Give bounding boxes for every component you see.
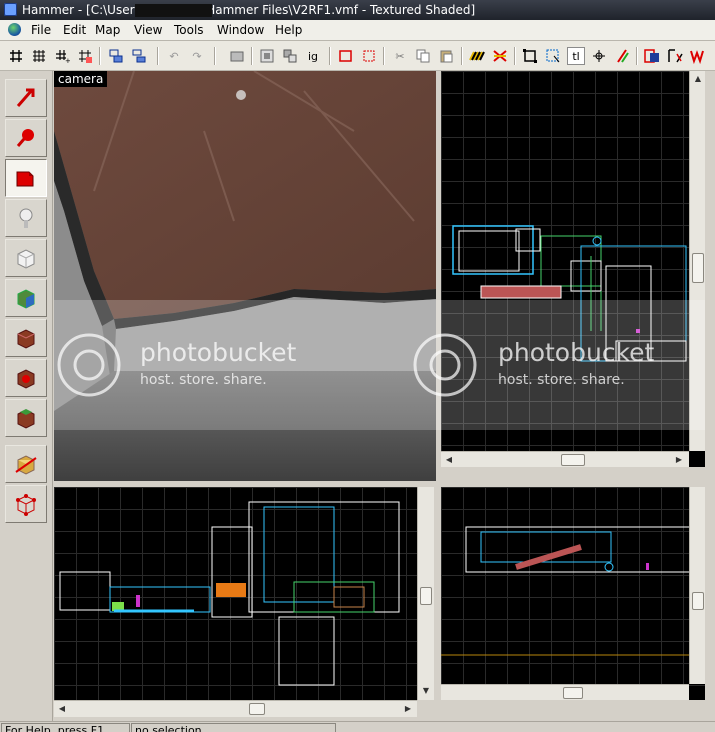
front-viewport-vertical-thumb[interactable] (420, 587, 432, 605)
front-viewport-brushes (59, 501, 400, 686)
menu-file[interactable]: File (31, 23, 51, 37)
side-viewport-vertical-scrollbar[interactable] (689, 487, 705, 684)
magnify-tool-button[interactable] (5, 119, 47, 157)
apply-texture-tool-icon (17, 329, 35, 349)
document-icon[interactable] (8, 23, 21, 36)
front-viewport-horizontal-thumb[interactable] (249, 703, 265, 715)
select-bounds-icon[interactable] (521, 47, 539, 65)
carve-icon[interactable] (228, 47, 246, 65)
ignore-groups-label-icon[interactable]: ig (304, 47, 322, 65)
title-bar: Hammer - [C:\Users\ \Desktop\Hammer File… (0, 0, 715, 20)
svg-text:+: + (65, 57, 70, 64)
select-tool-icon[interactable] (544, 47, 562, 65)
block-tool-icon (17, 249, 35, 269)
cordon-icon[interactable] (689, 47, 707, 65)
grid-3d-icon[interactable] (76, 47, 94, 65)
scroll-up-arrow-icon[interactable]: ▲ (692, 73, 704, 85)
group-icon[interactable] (107, 47, 125, 65)
overlay-tool-button[interactable] (5, 399, 47, 437)
move-to-world-icon[interactable] (281, 47, 299, 65)
menu-map[interactable]: Map (95, 23, 120, 37)
redacted-username (135, 4, 212, 17)
texture-app-tool-icon (17, 289, 35, 309)
menu-view[interactable]: View (134, 23, 162, 37)
scroll-down-arrow-icon[interactable]: ▼ (420, 685, 432, 697)
scroll-right-arrow-icon[interactable]: ▶ (673, 454, 685, 466)
vertex-tool-button[interactable] (5, 485, 47, 523)
cut-icon[interactable]: ✂ (391, 47, 409, 65)
top-viewport-vertical-scrollbar[interactable]: ▲ (689, 71, 705, 451)
clipping-tool-button[interactable] (5, 445, 47, 483)
select-hidden-icon[interactable] (360, 47, 378, 65)
magnify-tool-icon (16, 129, 34, 147)
top-viewport-brushes (452, 225, 687, 362)
entity-tool-icon (19, 208, 33, 228)
menu-tools[interactable]: Tools (174, 23, 204, 37)
camera-viewport[interactable]: camera (54, 71, 436, 481)
decal-tool-icon (17, 369, 35, 389)
clipping-tool-icon (15, 455, 37, 475)
side-viewport-brushes (441, 526, 697, 656)
selection-tool-icon (16, 88, 35, 107)
side-2d-viewport[interactable] (441, 487, 705, 700)
apply-texture-tool-button[interactable] (5, 319, 47, 357)
side-viewport-horizontal-scrollbar[interactable] (441, 684, 689, 700)
toggle-helper-label-icon[interactable]: tl (567, 47, 585, 65)
window-title: Hammer - [C:\Users\ \Desktop\Hammer File… (22, 3, 476, 17)
side-viewport-horizontal-thumb[interactable] (563, 687, 583, 699)
tool-palette (0, 71, 53, 721)
grid-larger-icon[interactable] (30, 47, 48, 65)
front-viewport-vertical-scrollbar[interactable]: ▼ (417, 487, 434, 700)
side-viewport-vertical-thumb[interactable] (692, 592, 704, 610)
compile-icon[interactable] (643, 47, 661, 65)
toggle-3d-icon[interactable] (590, 47, 608, 65)
tie-to-entity-icon[interactable] (258, 47, 276, 65)
vertex-tool-icon[interactable] (613, 47, 631, 65)
scroll-right-arrow-icon[interactable]: ▶ (402, 703, 414, 715)
ungroup-icon[interactable] (130, 47, 148, 65)
paste-icon[interactable] (437, 47, 455, 65)
overlay-tool-icon (17, 409, 35, 429)
menu-help[interactable]: Help (275, 23, 302, 37)
block-tool-button[interactable] (5, 239, 47, 277)
hammer-app-icon[interactable] (4, 3, 17, 16)
top-viewport-vertical-thumb[interactable] (692, 253, 704, 283)
copy-icon[interactable] (414, 47, 432, 65)
menu-window[interactable]: Window (217, 23, 264, 37)
menu-edit[interactable]: Edit (63, 23, 86, 37)
menu-bar: File Edit Map View Tools Window Help (0, 20, 715, 41)
status-bar: For Help, press F1 no selection (0, 721, 715, 732)
scroll-left-arrow-icon[interactable]: ◀ (56, 703, 68, 715)
main-toolbar: + ↶ ↷ ig ✂ tl (0, 41, 715, 71)
hide-icon[interactable] (337, 47, 355, 65)
front-2d-viewport[interactable] (54, 487, 417, 700)
entity-tool-button[interactable] (5, 199, 47, 237)
camera-tool-icon (16, 171, 34, 187)
decal-tool-button[interactable] (5, 359, 47, 397)
top-2d-viewport[interactable]: ▲ ◀ ▶ (441, 71, 705, 467)
camera-viewport-label: camera (54, 71, 108, 87)
texture-lock-icon[interactable] (468, 47, 486, 65)
camera-3d-render (54, 71, 436, 481)
grid-smaller-icon[interactable] (7, 47, 25, 65)
top-viewport-horizontal-thumb[interactable] (561, 454, 585, 466)
texture-app-tool-button[interactable] (5, 279, 47, 317)
undo-icon[interactable]: ↶ (165, 47, 183, 65)
front-viewport-horizontal-scrollbar[interactable]: ◀ ▶ (54, 700, 417, 717)
entity-report-icon[interactable] (666, 47, 684, 65)
grid-toggle-icon[interactable]: + (53, 47, 71, 65)
camera-tool-button[interactable] (5, 159, 47, 197)
redo-icon[interactable]: ↷ (188, 47, 206, 65)
top-viewport-horizontal-scrollbar[interactable]: ◀ ▶ (441, 451, 689, 467)
texture-app-icon[interactable] (491, 47, 509, 65)
selection-tool-button[interactable] (5, 79, 47, 117)
scroll-left-arrow-icon[interactable]: ◀ (443, 454, 455, 466)
vertex-tool-icon (16, 494, 36, 516)
